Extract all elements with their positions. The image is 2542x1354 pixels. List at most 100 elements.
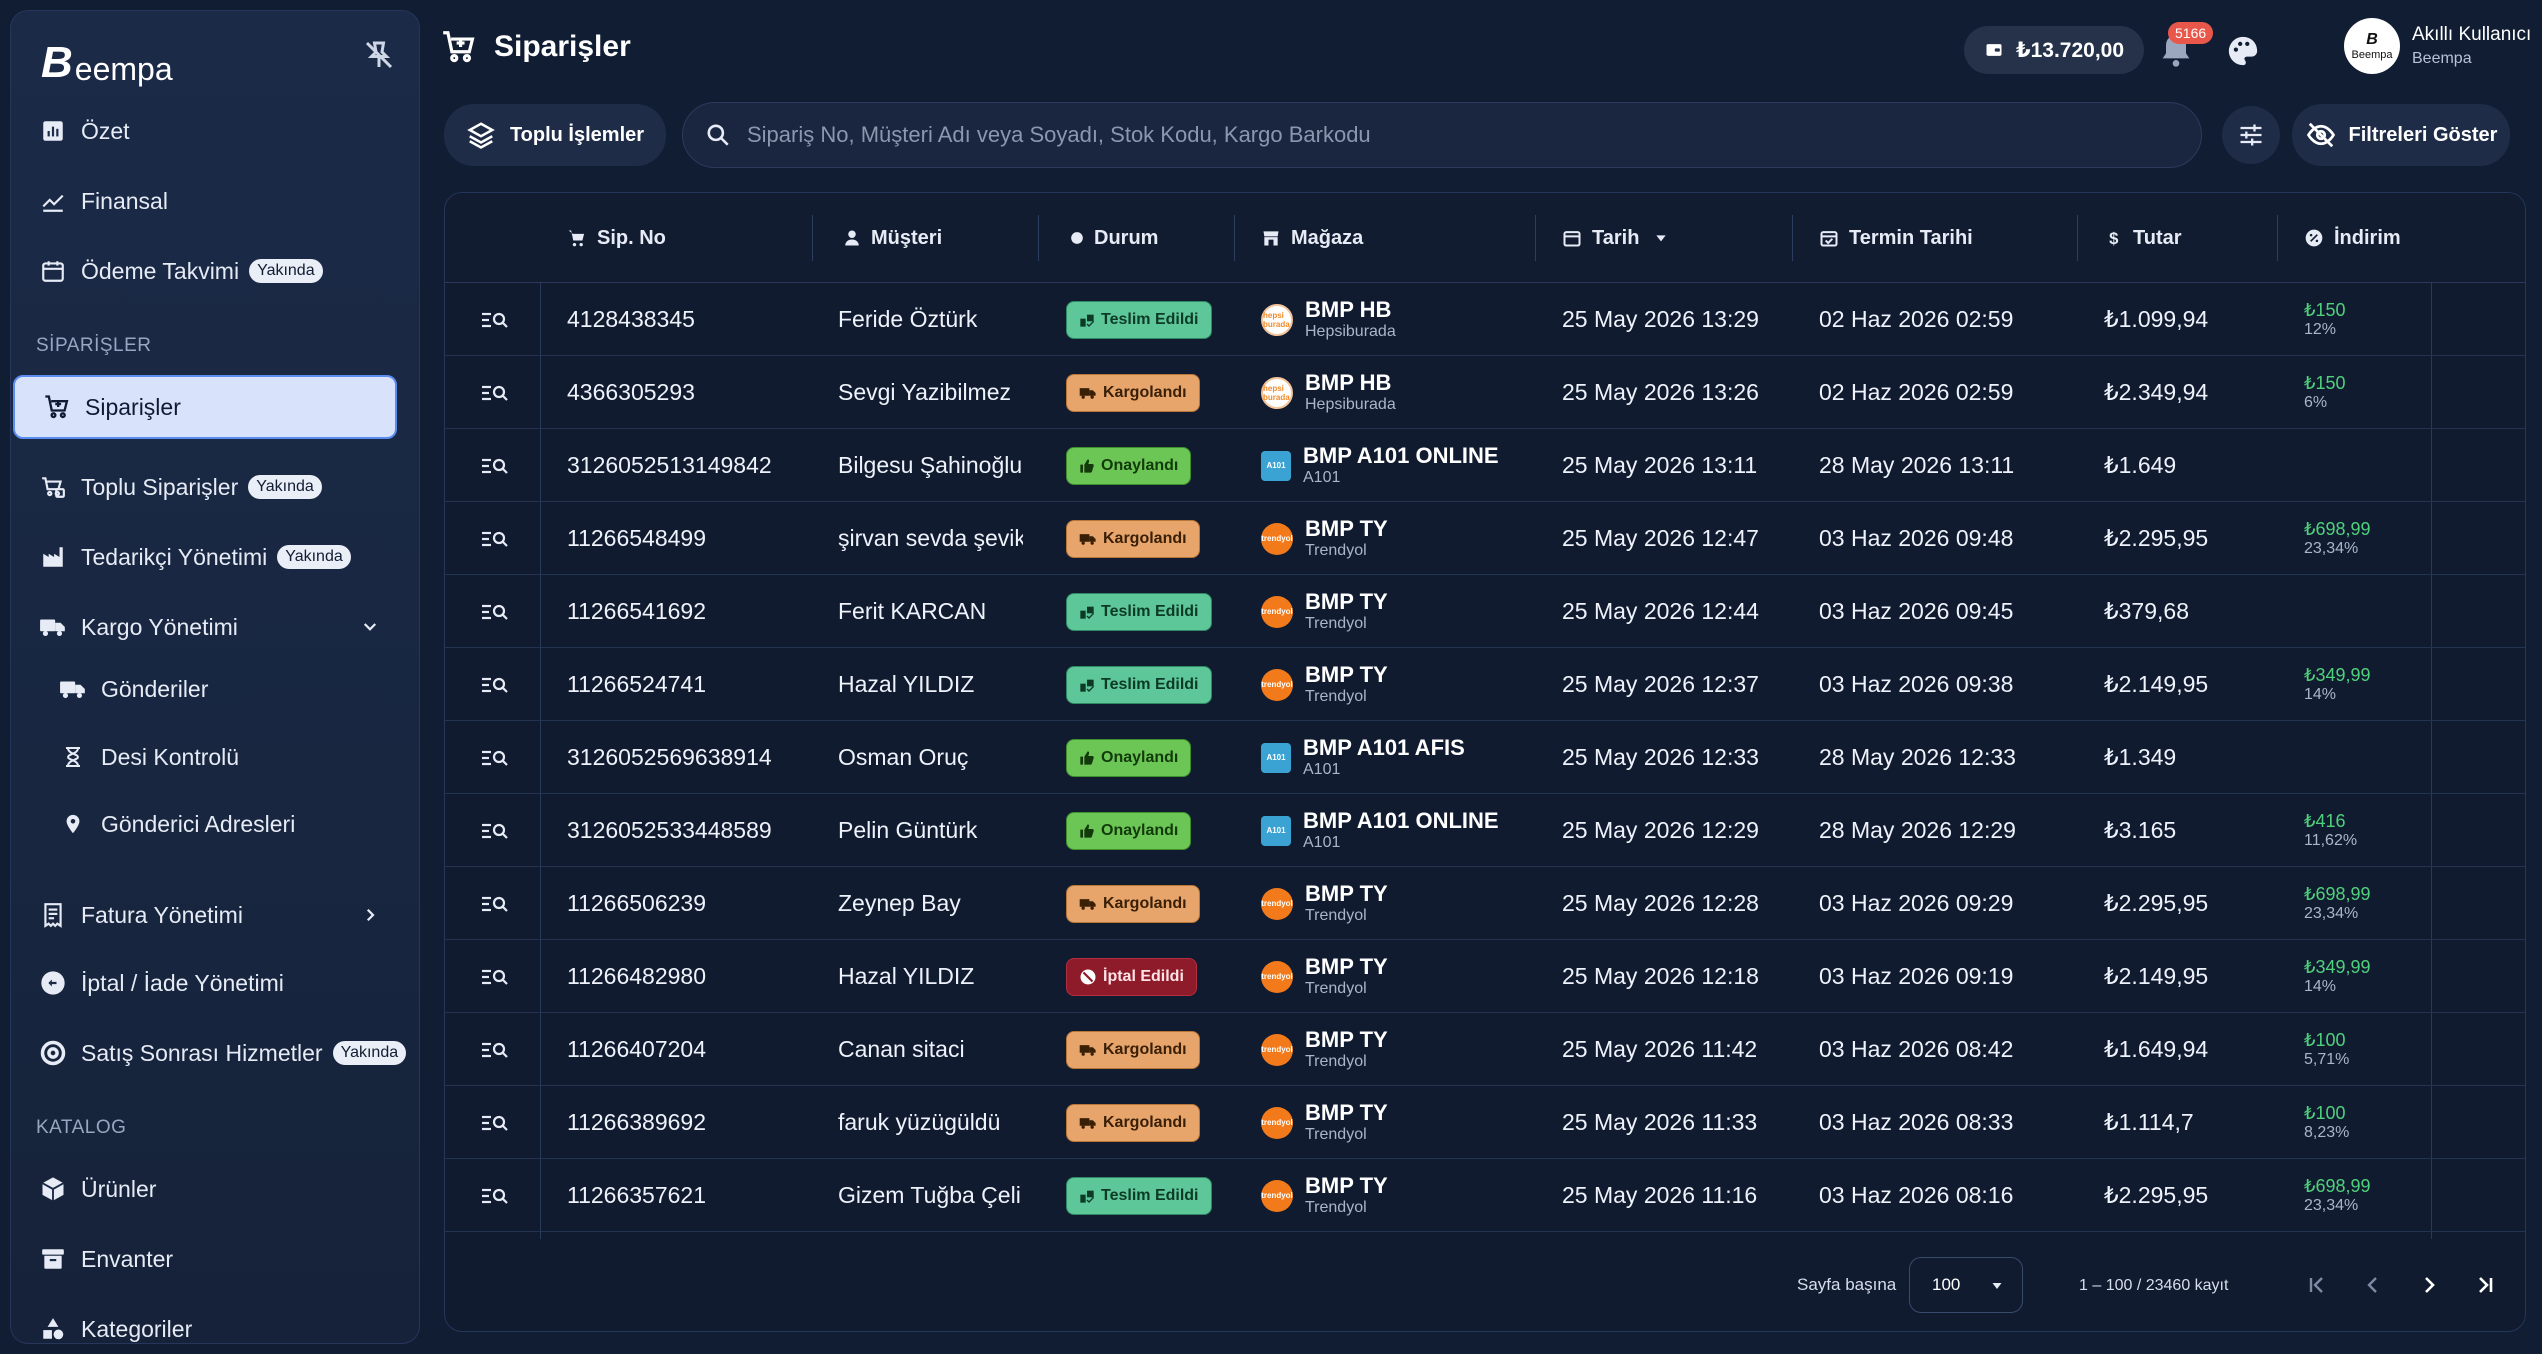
sidebar-item-kargo-yonetimi[interactable]: Kargo Yönetimi bbox=[11, 592, 419, 662]
table-row[interactable]: 4366305293 Sevgi Yazibilmez Kargolandı heps… bbox=[445, 356, 2525, 429]
sidebar-item-iptal-iade[interactable]: İptal / İade Yönetimi bbox=[11, 948, 419, 1018]
ty-logo: trendyol bbox=[1261, 1179, 1293, 1212]
chevron-down-icon[interactable] bbox=[361, 618, 379, 636]
view-order-button[interactable] bbox=[475, 940, 515, 1013]
view-order-button[interactable] bbox=[475, 1013, 515, 1086]
search-input[interactable] bbox=[747, 122, 2147, 148]
view-order-button[interactable] bbox=[475, 867, 515, 940]
chevron-right-icon[interactable] bbox=[361, 906, 379, 924]
order-date: 25 May 2026 13:11 bbox=[1562, 452, 1758, 478]
sidebar-item-odeme-takvimi[interactable]: Ödeme Takvimi Yakında bbox=[11, 236, 419, 306]
sidebar-item-label: Envanter bbox=[81, 1245, 174, 1272]
view-order-button[interactable] bbox=[475, 502, 515, 575]
order-number[interactable]: 11266407204 bbox=[567, 1013, 706, 1086]
view-order-button[interactable] bbox=[475, 575, 515, 648]
table-row[interactable]: 3126052569638914 Osman Oruç Onaylandı A101 B… bbox=[445, 721, 2525, 794]
per-page-select[interactable]: 100 bbox=[1909, 1257, 2023, 1313]
prev-page-button[interactable] bbox=[2351, 1263, 2395, 1307]
order-number[interactable]: 4366305293 bbox=[567, 356, 695, 429]
order-number[interactable]: 11266524741 bbox=[567, 648, 706, 721]
ty-logo: trendyol bbox=[1261, 960, 1293, 993]
table-row[interactable]: 11266389692 faruk yüzügüldü Kargolandı tren… bbox=[445, 1086, 2525, 1159]
palette-icon[interactable] bbox=[2226, 34, 2260, 68]
table-row[interactable]: 11266524741 Hazal YILDIZ Teslim Edildi tren… bbox=[445, 648, 2525, 721]
column-header-status[interactable]: Durum bbox=[1070, 193, 1158, 283]
sidebar-item-tedarikci[interactable]: Tedarikçi Yönetimi Yakında bbox=[11, 522, 419, 592]
column-header-date[interactable]: Tarih bbox=[1562, 193, 1679, 283]
view-order-button[interactable] bbox=[475, 721, 515, 794]
sort-desc-icon[interactable] bbox=[1653, 230, 1669, 246]
last-page-button[interactable] bbox=[2463, 1263, 2507, 1307]
sidebar-item-gonderiler[interactable]: Gönderiler bbox=[11, 654, 419, 724]
sidebar-item-siparisler[interactable]: Siparişler bbox=[13, 375, 397, 439]
table-row[interactable]: 11266548499 şirvan sevda şevik Kargolandı t… bbox=[445, 502, 2525, 575]
table-row[interactable]: 11266357621 Gizem Tuğba Çeli Teslim Edildi… bbox=[445, 1159, 2525, 1232]
order-number[interactable]: 3126052569638914 bbox=[567, 721, 772, 794]
order-number[interactable]: 3126052513149842 bbox=[567, 429, 772, 502]
sidebar-item-label: Finansal bbox=[81, 187, 168, 214]
cart-icon bbox=[443, 31, 475, 63]
order-date: 25 May 2026 13:29 bbox=[1562, 306, 1759, 332]
balance-chip[interactable]: ₺13.720,00 bbox=[1964, 26, 2145, 74]
view-order-button[interactable] bbox=[475, 283, 515, 356]
table-row[interactable]: 11266506239 Zeynep Bay Kargolandı trendyol B… bbox=[445, 867, 2525, 940]
due-date: 03 Haz 2026 08:33 bbox=[1819, 1109, 2014, 1135]
sidebar-item-envanter[interactable]: Envanter bbox=[11, 1224, 419, 1294]
unpin-icon[interactable] bbox=[361, 37, 397, 73]
sidebar-item-fatura-yonetimi[interactable]: Fatura Yönetimi bbox=[11, 880, 419, 950]
user-name[interactable]: Akıllı Kullanıcı bbox=[2412, 24, 2531, 46]
order-amount: ₺2.149,95 bbox=[2104, 963, 2209, 989]
table-row[interactable]: 4128438345 Feride Öztürk Teslim Edildi heps… bbox=[445, 283, 2525, 356]
view-order-button[interactable] bbox=[475, 1086, 515, 1159]
view-order-button[interactable] bbox=[475, 794, 515, 867]
table-row[interactable]: 11266407204 Canan sitaci Kargolandı trendyo… bbox=[445, 1013, 2525, 1086]
column-settings-button[interactable] bbox=[2222, 106, 2280, 164]
sidebar-item-toplu-siparisler[interactable]: Toplu Siparişler Yakında bbox=[11, 452, 419, 522]
column-header-order-no[interactable]: Sip. No bbox=[567, 193, 666, 283]
first-page-button[interactable] bbox=[2295, 1263, 2339, 1307]
table-row[interactable]: 3126052533448589 Pelin Güntürk Onaylandı A1… bbox=[445, 794, 2525, 867]
order-number[interactable]: 11266541692 bbox=[567, 575, 706, 648]
dot-icon bbox=[1071, 232, 1083, 244]
person-icon bbox=[845, 230, 859, 246]
column-header-customer[interactable]: Müşteri bbox=[843, 193, 942, 283]
table-row[interactable]: 11266482980 Hazal YILDIZ İptal Edildi trend… bbox=[445, 940, 2525, 1013]
column-header-discount[interactable]: İndirim bbox=[2304, 193, 2401, 283]
view-order-button[interactable] bbox=[475, 1159, 515, 1232]
view-order-button[interactable] bbox=[475, 356, 515, 429]
order-number[interactable]: 3126052533448589 bbox=[567, 794, 772, 867]
column-header-store[interactable]: Mağaza bbox=[1261, 193, 1363, 283]
sidebar-item-finansal[interactable]: Finansal bbox=[11, 166, 419, 236]
order-number[interactable]: 4128438345 bbox=[567, 283, 695, 356]
order-number[interactable]: 11266357621 bbox=[567, 1159, 706, 1232]
sidebar-item-gonderici-adresleri[interactable]: Gönderici Adresleri bbox=[11, 789, 419, 859]
next-page-button[interactable] bbox=[2407, 1263, 2451, 1307]
store-cell: hepsi burada BMP HB Hepsiburada bbox=[1261, 356, 1396, 429]
view-order-button[interactable] bbox=[475, 648, 515, 721]
bulk-actions-button[interactable]: Toplu İşlemler bbox=[444, 104, 666, 166]
search-bar[interactable] bbox=[682, 102, 2202, 168]
sidebar-item-desi-kontrolu[interactable]: Desi Kontrolü bbox=[11, 722, 419, 792]
order-number[interactable]: 11266548499 bbox=[567, 502, 706, 575]
store-cell: A101 BMP A101 ONLINE A101 bbox=[1261, 794, 1499, 867]
order-number[interactable]: 11266389692 bbox=[567, 1086, 706, 1159]
order-number[interactable]: 11266482980 bbox=[567, 940, 706, 1013]
app-logo[interactable]: B eempa bbox=[41, 38, 173, 87]
column-header-due-date[interactable]: Termin Tarihi bbox=[1819, 193, 1973, 283]
sidebar-item-kategoriler[interactable]: Kategoriler bbox=[11, 1294, 419, 1343]
order-number[interactable]: 11266506239 bbox=[567, 867, 706, 940]
view-order-button[interactable] bbox=[475, 429, 515, 502]
section-label-catalog: KATALOG bbox=[36, 1117, 127, 1138]
logo-mark: B bbox=[41, 38, 73, 87]
column-header-amount[interactable]: $ Tutar bbox=[2107, 193, 2181, 283]
table-row[interactable]: 3126052513149842 Bilgesu Şahinoğlu Onaylan… bbox=[445, 429, 2525, 502]
table-row[interactable]: 11266541692 Ferit KARCAN Teslim Edildi tren… bbox=[445, 575, 2525, 648]
sidebar-item-urunler[interactable]: Ürünler bbox=[11, 1154, 419, 1224]
sidebar-item-ozet[interactable]: Özet bbox=[11, 96, 419, 166]
avatar[interactable]: B Beempa bbox=[2344, 18, 2400, 74]
truck-icon bbox=[1079, 1117, 1096, 1129]
due-date: 28 May 2026 13:11 bbox=[1819, 452, 2015, 478]
store-cell: hepsi burada BMP HB Hepsiburada bbox=[1261, 283, 1396, 356]
show-filters-button[interactable]: Filtreleri Göster bbox=[2292, 104, 2510, 166]
sidebar-item-satis-sonrasi[interactable]: Satış Sonrası Hizmetler Yakında bbox=[11, 1018, 419, 1088]
